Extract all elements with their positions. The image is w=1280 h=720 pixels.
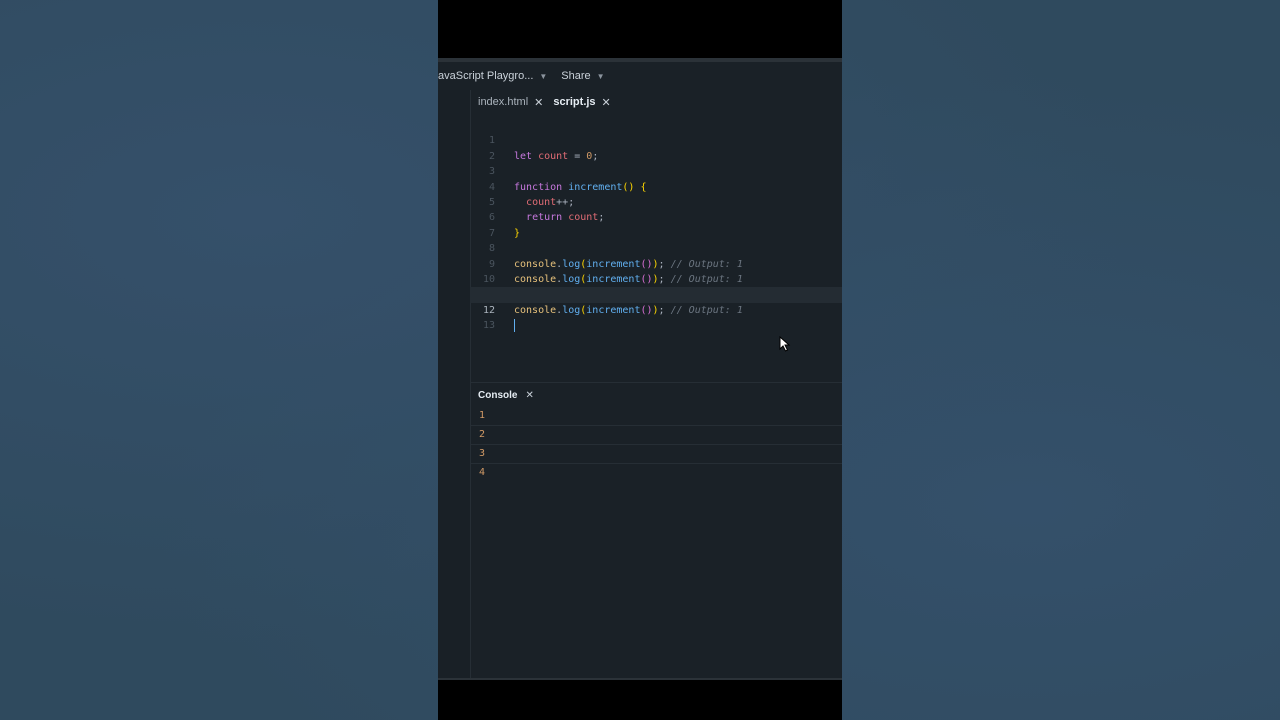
console-line: 1 [470, 407, 842, 426]
chevron-down-icon: ▼ [539, 71, 548, 81]
console-line: 4 [479, 467, 486, 478]
code-line: 9 console.log(increment()); // Output: 1 [470, 241, 842, 285]
close-icon[interactable]: ✕ [602, 96, 611, 109]
top-bar: avaScript Playgro... ▼ Share ▼ [438, 62, 842, 90]
tab-script-js[interactable]: script.js ✕ [553, 96, 610, 109]
console-line: 3 [470, 445, 842, 464]
code-line: 3 function increment() { [470, 149, 842, 192]
code-line: 10 console.log(increment()); // Output: … [470, 257, 842, 300]
console-output: 1 2 3 4 [470, 407, 842, 482]
line-number: 13 [482, 320, 495, 332]
code-line: 5 return count; [470, 180, 842, 223]
code-line: 7 [470, 210, 842, 239]
sidebar-gutter [438, 90, 471, 678]
tab-index-html[interactable]: index.html ✕ [478, 96, 543, 109]
code-line: 4 count++; [470, 164, 842, 208]
video-frame: avaScript Playgro... ▼ Share ▼ index.htm… [438, 0, 842, 720]
file-tabs: index.html ✕ script.js ✕ [470, 90, 842, 114]
code-line: 2 [470, 133, 842, 162]
project-menu[interactable]: avaScript Playgro... ▼ [438, 70, 547, 82]
code-line: 11 console.log(increment()); // Output: … [470, 272, 842, 315]
code-line: 8 console.log(increment()); // Output: 1 [470, 226, 842, 269]
console-line: 2 [470, 426, 842, 445]
bottom-bar [438, 678, 842, 680]
mouse-pointer-icon [779, 336, 791, 352]
console-title[interactable]: Console [478, 390, 517, 401]
code-line: 13 [470, 303, 842, 331]
console-header: Console ✕ [470, 383, 842, 407]
tab-label: script.js [553, 96, 596, 108]
code-playground-app: avaScript Playgro... ▼ Share ▼ index.htm… [438, 58, 842, 678]
code-line: 1 let count = 0; [470, 118, 842, 161]
chevron-down-icon: ▼ [596, 71, 605, 81]
project-title: avaScript Playgro... [438, 70, 534, 82]
close-icon[interactable]: ✕ [525, 390, 533, 401]
console-panel: Console ✕ 1 2 3 4 [470, 382, 842, 678]
close-icon[interactable]: ✕ [534, 96, 543, 109]
tab-label: index.html [478, 96, 529, 108]
share-label: Share [561, 70, 591, 82]
share-menu[interactable]: Share ▼ [561, 70, 604, 82]
code-line-current: 12 [470, 287, 842, 332]
code-line: 6 } [470, 195, 842, 238]
